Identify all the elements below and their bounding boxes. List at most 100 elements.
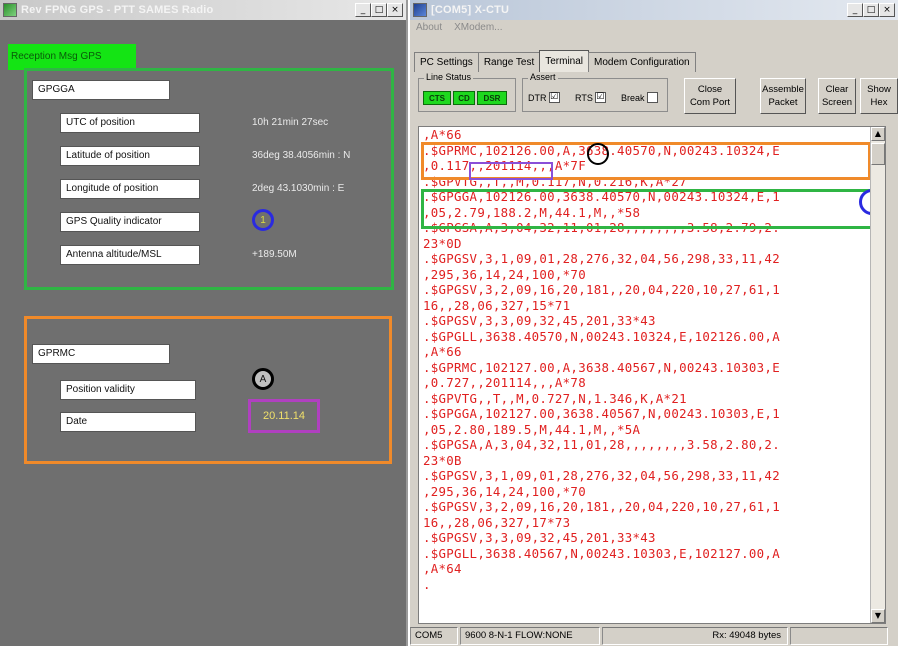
status-port: COM5 xyxy=(410,627,458,645)
terminal-line: . xyxy=(423,576,431,592)
close-com-port-button[interactable]: Close Com Port xyxy=(684,78,736,114)
terminal-line: ,0.727,,201114,,,A*78 xyxy=(423,375,586,390)
status-bar: COM5 9600 8-N-1 FLOW:NONE Rx: 49048 byte… xyxy=(410,626,898,646)
tab-pc-settings[interactable]: PC Settings xyxy=(414,52,479,72)
terminal-scrollbar[interactable]: ▲ ▼ xyxy=(870,127,885,623)
status-extra xyxy=(790,627,888,645)
rts-checkbox[interactable]: RTS ☑ xyxy=(575,92,606,103)
position-validity-label: Position validity xyxy=(60,380,196,400)
tab-range-test[interactable]: Range Test xyxy=(477,52,541,72)
terminal-line: .$GPRMC,102126.00,A,3638.40570,N,00243.1… xyxy=(423,142,780,158)
window-title: Rev FPNG GPS - PTT SAMES Radio xyxy=(21,4,214,16)
menu-xmodem[interactable]: XModem... xyxy=(454,20,502,36)
utc-label: UTC of position xyxy=(60,113,200,133)
rts-check-mark[interactable]: ☑ xyxy=(594,92,606,103)
tab-modem-configuration[interactable]: Modem Configuration xyxy=(588,52,696,72)
terminal-text: ,A*66 .$GPRMC,102126.00,A,3638.40570,N,00… xyxy=(423,127,780,592)
gps-quality-label: GPS Quality indicator xyxy=(60,212,200,232)
latitude-label: Latitude of position xyxy=(60,146,200,166)
terminal-line: 16,,28,06,327,15*71 xyxy=(423,297,571,313)
terminal-line: ,0.117,,201114,,,A*7F xyxy=(423,158,586,173)
dtr-checkbox[interactable]: DTR ☑ xyxy=(528,92,560,103)
gpgga-header-field: GPGGA xyxy=(32,80,170,100)
position-validity-value: A xyxy=(252,368,274,390)
terminal-line: .$GPVTG,,T,,M,0.727,N,1.346,K,A*21 xyxy=(423,390,687,406)
terminal-line: .$GPGGA,102126.00,3638.40570,N,00243.103… xyxy=(423,189,780,204)
xctu-titlebar[interactable]: [COM5] X-CTU _ □ × xyxy=(410,0,898,20)
terminal-line: ,05,2.79,188.2,M,44.1,M,,*58 xyxy=(423,204,641,220)
scroll-up-arrow-icon[interactable]: ▲ xyxy=(871,127,885,141)
latitude-value: 36deg 38.4056min : N xyxy=(252,150,351,161)
rts-label: RTS xyxy=(575,92,593,103)
dsr-indicator: DSR xyxy=(477,91,507,105)
cd-indicator: CD xyxy=(453,91,475,105)
minimize-button[interactable]: _ xyxy=(355,3,371,17)
xctu-minimize-button[interactable]: _ xyxy=(847,3,863,17)
terminal-line: .$GPGSV,3,2,09,16,20,181,,20,04,220,10,2… xyxy=(423,499,780,514)
terminal-toolbar: Line Status CTS CD DSR Assert DTR ☑ RTS … xyxy=(416,72,898,124)
tab-terminal[interactable]: Terminal xyxy=(539,50,590,72)
break-checkbox[interactable]: Break xyxy=(621,92,658,103)
menu-about[interactable]: About xyxy=(416,20,442,36)
break-label: Break xyxy=(621,92,645,103)
longitude-label: Longitude of position xyxy=(60,179,200,199)
scroll-down-arrow-icon[interactable]: ▼ xyxy=(871,609,885,623)
terminal-line: 23*0B xyxy=(423,452,462,468)
terminal-line: .$GPGSV,3,3,09,32,45,201,33*43 xyxy=(423,530,656,545)
terminal-output[interactable]: ,A*66 .$GPRMC,102126.00,A,3638.40570,N,00… xyxy=(418,126,886,624)
terminal-line: .$GPGLL,3638.40567,N,00243.10303,E,10212… xyxy=(423,545,780,561)
antenna-altitude-value: +189.50M xyxy=(252,249,297,260)
terminal-line: ,A*66 xyxy=(423,127,462,142)
cts-indicator: CTS xyxy=(423,91,451,105)
gprmc-header-field: GPRMC xyxy=(32,344,170,364)
xctu-window-title: [COM5] X-CTU xyxy=(431,4,510,16)
xctu-window: [COM5] X-CTU _ □ × About XModem... PC Se… xyxy=(410,0,898,646)
tab-bar: PC Settings Range Test Terminal Modem Co… xyxy=(414,50,696,72)
terminal-line: .$GPGGA,102127.00,3638.40567,N,00243.103… xyxy=(423,406,780,421)
terminal-line: .$GPVTG,,T,,M,0.117,N,0.216,K,A*27 xyxy=(423,173,687,189)
gps-app-titlebar[interactable]: Rev FPNG GPS - PTT SAMES Radio _ □ × xyxy=(0,0,406,20)
date-label: Date xyxy=(60,412,196,432)
xctu-close-button[interactable]: × xyxy=(879,3,895,17)
gps-quality-value: 1 xyxy=(252,209,274,231)
terminal-line: .$GPGSA,A,3,04,32,11,01,28,,,,,,,,3.58,2… xyxy=(423,220,780,235)
assert-group: Assert DTR ☑ RTS ☑ Break xyxy=(522,72,668,112)
dtr-label: DTR xyxy=(528,92,547,103)
close-button[interactable]: × xyxy=(387,3,403,17)
longitude-value: 2deg 43.1030min : E xyxy=(252,183,345,194)
status-settings: 9600 8-N-1 FLOW:NONE xyxy=(460,627,600,645)
terminal-line: .$GPGSV,3,3,09,32,45,201,33*43 xyxy=(423,313,656,328)
app-icon xyxy=(3,3,17,17)
terminal-line: ,A*64 xyxy=(423,561,462,576)
terminal-line: .$GPGSV,3,1,09,01,28,276,32,04,56,298,33… xyxy=(423,468,780,483)
date-value: 20.11.14 xyxy=(248,399,320,433)
utc-value: 10h 21min 27sec xyxy=(252,117,329,128)
menu-bar: About XModem... xyxy=(410,20,898,36)
terminal-line: 23*0D xyxy=(423,235,462,251)
terminal-line: ,295,36,14,24,100,*70 xyxy=(423,483,586,499)
assemble-packet-button[interactable]: Assemble Packet xyxy=(760,78,806,114)
assert-label: Assert xyxy=(528,72,558,82)
show-hex-button[interactable]: Show Hex xyxy=(860,78,898,114)
line-status-label: Line Status xyxy=(424,72,474,82)
terminal-line: .$GPGSA,A,3,04,32,11,01,28,,,,,,,,3.58,2… xyxy=(423,437,780,452)
scroll-thumb[interactable] xyxy=(871,143,885,165)
terminal-line: .$GPGSV,3,1,09,01,28,276,32,04,56,298,33… xyxy=(423,251,780,266)
maximize-button[interactable]: □ xyxy=(371,3,387,17)
terminal-line: .$GPGSV,3,2,09,16,20,181,,20,04,220,10,2… xyxy=(423,282,780,297)
xctu-maximize-button[interactable]: □ xyxy=(863,3,879,17)
terminal-line: ,A*66 xyxy=(423,344,462,359)
status-rx-bytes: Rx: 49048 bytes xyxy=(602,627,788,645)
antenna-altitude-label: Antenna altitude/MSL xyxy=(60,245,200,265)
terminal-line: ,295,36,14,24,100,*70 xyxy=(423,266,586,282)
reception-msg-label: Reception Msg GPS xyxy=(8,44,136,70)
line-status-group: Line Status CTS CD DSR xyxy=(418,72,516,112)
break-check-mark[interactable] xyxy=(646,92,658,103)
terminal-line: .$GPRMC,102127.00,A,3638.40567,N,00243.1… xyxy=(423,359,780,375)
xctu-app-icon xyxy=(413,3,427,17)
clear-screen-button[interactable]: Clear Screen xyxy=(818,78,856,114)
gps-app-window: Rev FPNG GPS - PTT SAMES Radio _ □ × Rec… xyxy=(0,0,408,646)
terminal-line: .$GPGLL,3638.40570,N,00243.10324,E,10212… xyxy=(423,328,780,344)
terminal-line: ,05,2.80,189.5,M,44.1,M,,*5A xyxy=(423,421,641,437)
dtr-check-mark[interactable]: ☑ xyxy=(548,92,560,103)
